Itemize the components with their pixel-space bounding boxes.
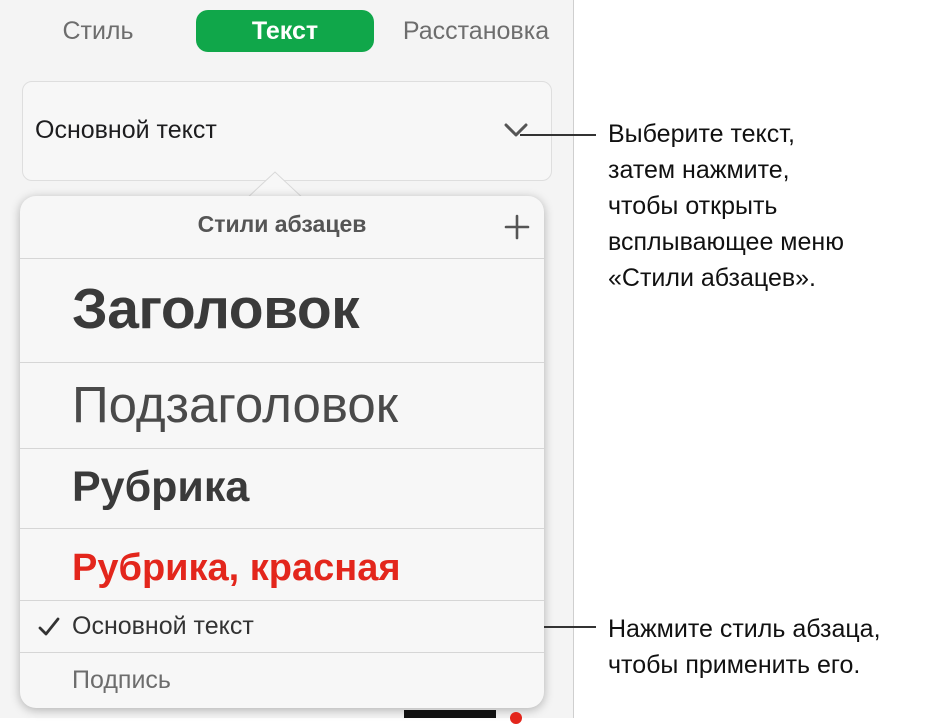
style-item-heading[interactable]: Заголовок <box>20 258 544 363</box>
format-tabs: Стиль Текст Расстановка <box>0 0 574 62</box>
callout-line-1 <box>520 134 596 136</box>
paragraph-style-button[interactable]: Основной текст <box>22 81 552 181</box>
plus-icon[interactable] <box>504 214 530 240</box>
style-item-subheading[interactable]: Подзаголовок <box>20 362 544 449</box>
checkmark-icon <box>38 617 60 636</box>
popover-header: Стили абзацев <box>20 196 544 259</box>
paragraph-style-label: Основной текст <box>35 116 217 144</box>
popover-title: Стили абзацев <box>197 211 367 237</box>
style-item-label: Рубрика <box>72 463 250 511</box>
bottom-control <box>404 710 496 718</box>
style-item-label: Заголовок <box>72 277 360 341</box>
style-item-label: Подзаголовок <box>72 376 399 433</box>
paragraph-styles-popover: Стили абзацев Заголовок Подзаголовок Руб… <box>20 196 544 708</box>
style-item-label: Основной текст <box>72 612 254 640</box>
chevron-down-icon <box>504 123 528 137</box>
style-item-rubric-red[interactable]: Рубрика, красная <box>20 528 544 601</box>
tab-style[interactable]: Стиль <box>40 10 156 52</box>
tab-arrange[interactable]: Расстановка <box>386 10 566 52</box>
style-item-body[interactable]: Основной текст <box>20 600 544 653</box>
callout-line-2 <box>544 626 596 628</box>
format-sidebar: Стиль Текст Расстановка Основной текст С… <box>0 0 574 724</box>
tab-text[interactable]: Текст <box>196 10 374 52</box>
style-item-caption[interactable]: Подпись <box>20 652 544 708</box>
bottom-indicator <box>510 712 522 724</box>
style-item-label: Рубрика, красная <box>72 547 401 589</box>
style-item-label: Подпись <box>72 666 171 694</box>
callout-text-1: Выберите текст, затем нажмите, чтобы отк… <box>608 120 844 292</box>
callout-text-2: Нажмите стиль абзаца, чтобы применить ег… <box>608 615 881 679</box>
style-item-rubric[interactable]: Рубрика <box>20 448 544 529</box>
